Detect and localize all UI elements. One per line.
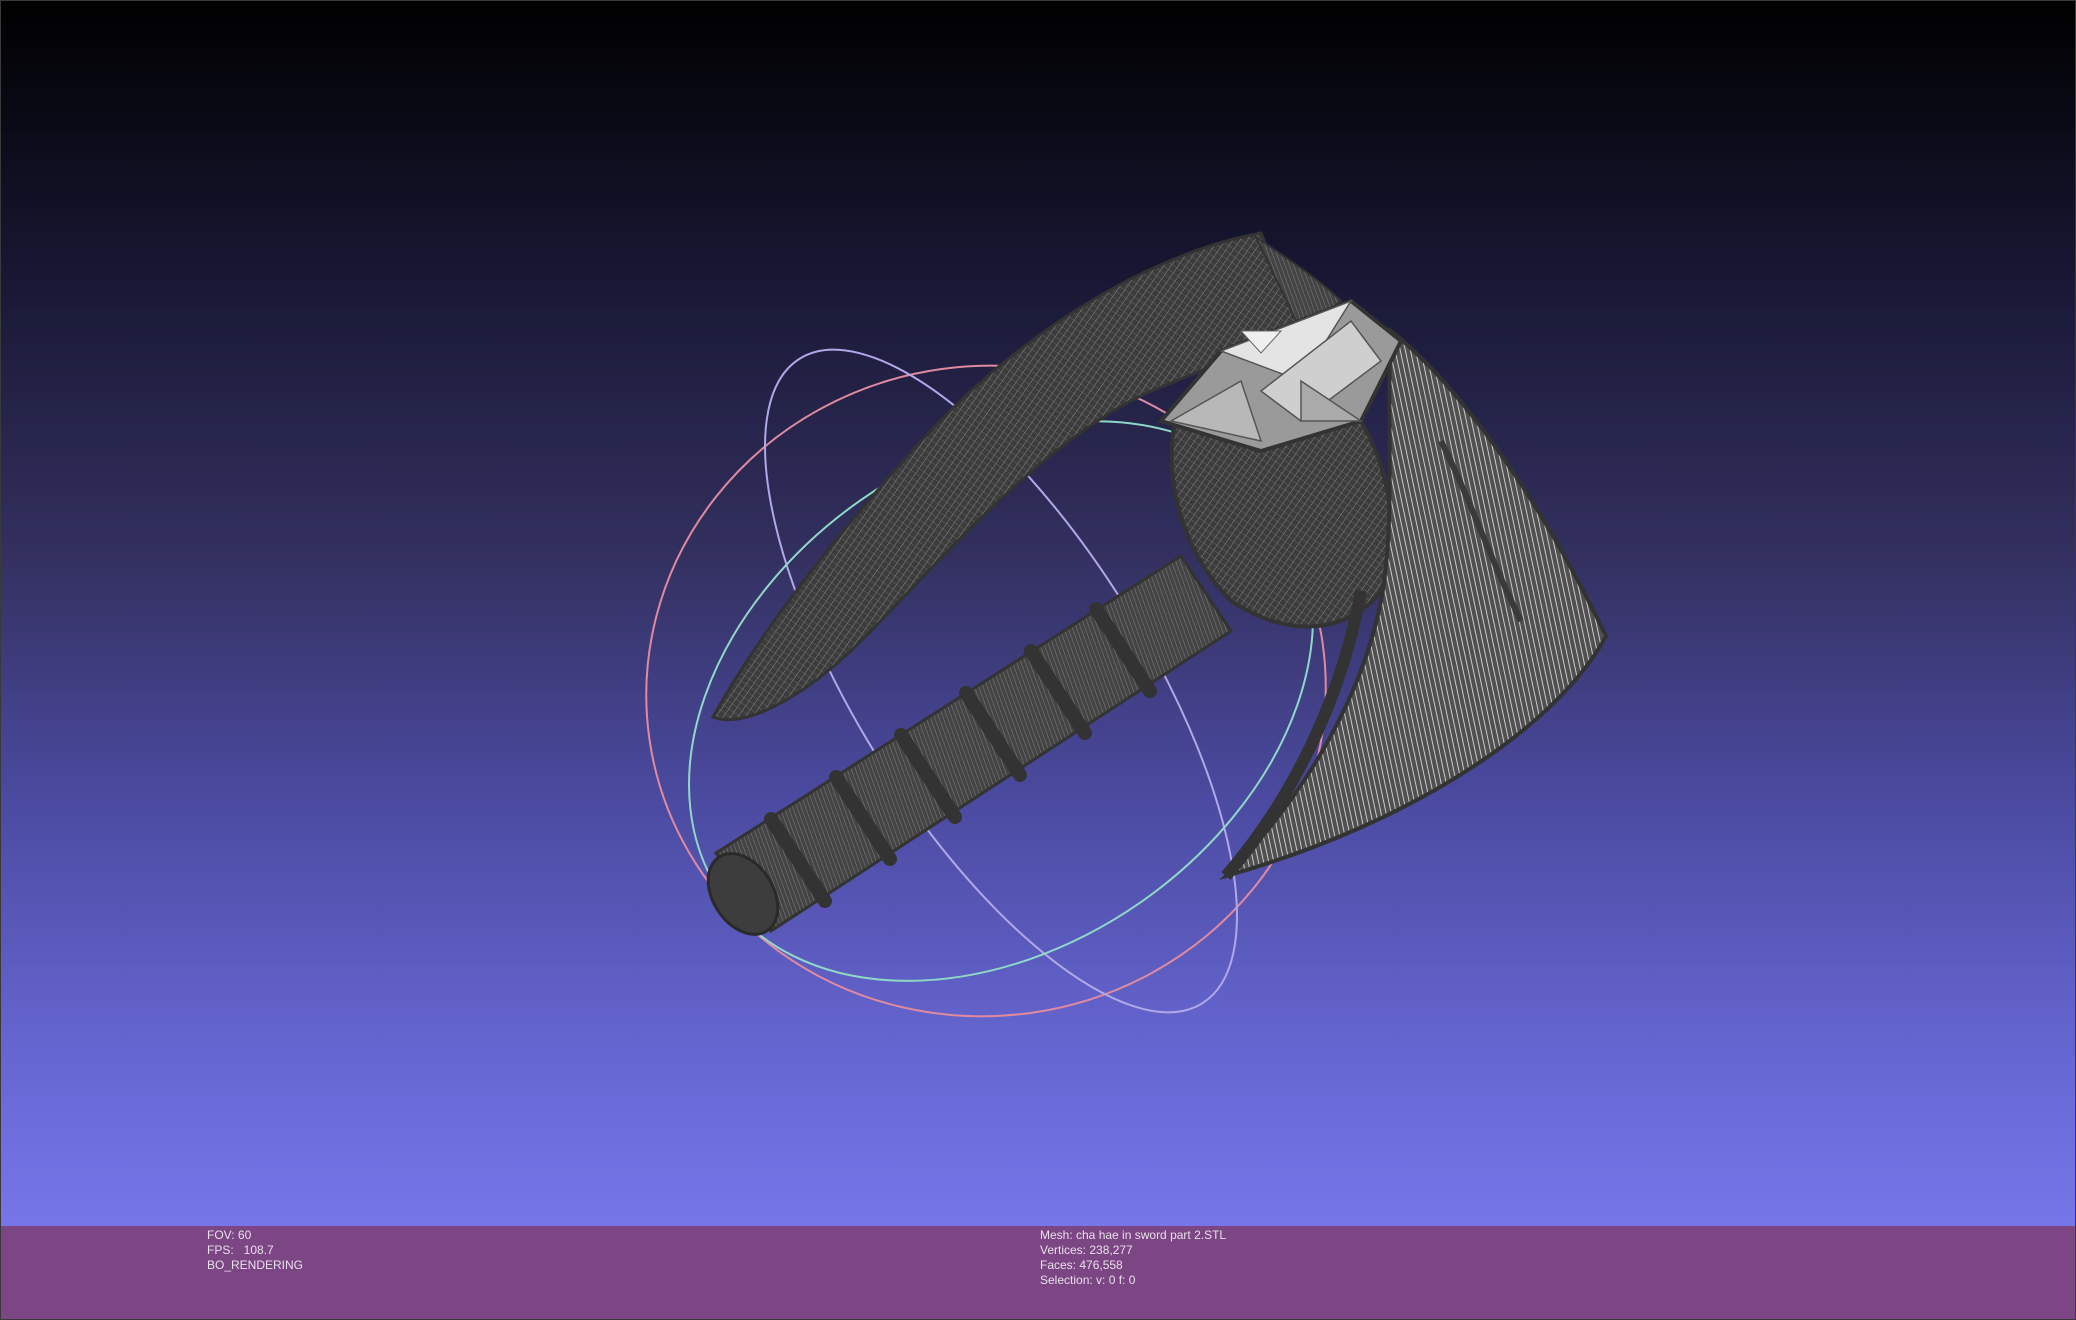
rendering-mode-text: BO_RENDERING	[207, 1257, 304, 1272]
vertices-count-text: Vertices: 238,277	[1040, 1242, 1133, 1257]
faces-count-text: Faces: 476,558	[1040, 1257, 1123, 1272]
axe-handle	[706, 553, 1234, 936]
selection-text: Selection: v: 0 f: 0	[1040, 1272, 1136, 1287]
fov-text: FOV: 60	[207, 1227, 252, 1242]
axe-model	[706, 231, 1609, 936]
mesh-scene[interactable]	[1, 1, 2076, 1227]
mesh-info: Mesh: cha hae in sword part 2.STL Vertic…	[1040, 1228, 1226, 1288]
fps-text: FPS: 108.7	[207, 1242, 274, 1257]
3d-viewport[interactable]	[0, 0, 2076, 1226]
mesh-name-text: Mesh: cha hae in sword part 2.STL	[1040, 1227, 1227, 1242]
render-info: FOV: 60 FPS: 108.7 BO_RENDERING	[207, 1228, 303, 1273]
info-bar: FOV: 60 FPS: 108.7 BO_RENDERING Mesh: ch…	[0, 1226, 2076, 1320]
